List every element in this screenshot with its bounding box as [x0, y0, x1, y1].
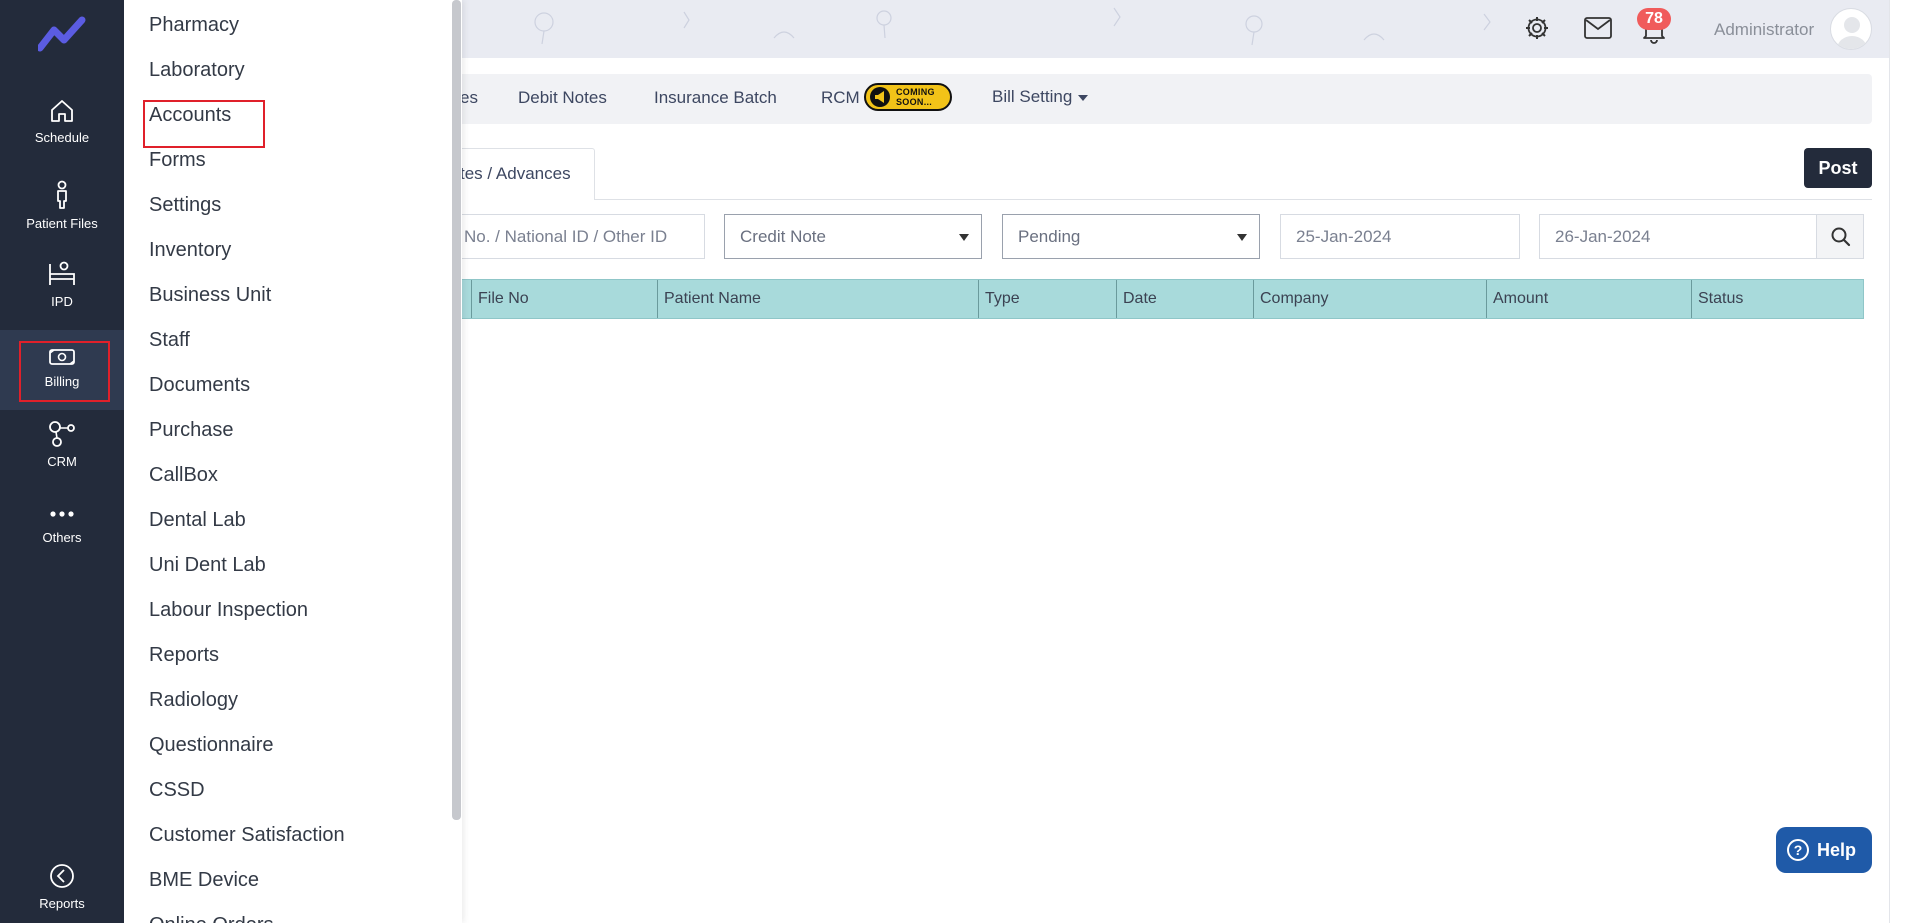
gauge-icon [50, 864, 74, 888]
menu-item-documents[interactable]: Documents [149, 374, 250, 397]
sidebar-item-patient-files[interactable]: Patient Files [0, 180, 124, 231]
bed-icon [49, 261, 75, 285]
coming-soon-line-1: COMING [896, 87, 935, 97]
help-button[interactable]: ? Help [1776, 827, 1872, 873]
network-icon [49, 421, 75, 447]
sidebar-item-label: Patient Files [26, 216, 98, 231]
megaphone-icon [870, 87, 890, 107]
menu-item-callbox[interactable]: CallBox [149, 464, 218, 487]
search-icon [1831, 227, 1851, 247]
menu-item-forms[interactable]: Forms [149, 149, 206, 172]
sidebar-item-label: IPD [51, 294, 73, 309]
menu-item-settings[interactable]: Settings [149, 194, 221, 217]
sidebar-item-reports[interactable]: Reports [0, 862, 124, 911]
bill-setting-label: Bill Setting [992, 87, 1073, 106]
coming-soon-line-2: SOON... [896, 97, 933, 107]
note-type-value: Credit Note [740, 227, 826, 246]
menu-item-bme-device[interactable]: BME Device [149, 869, 259, 892]
tab-notes-advances-label: tes / Advances [460, 164, 571, 183]
menu-item-questionnaire[interactable]: Questionnaire [149, 734, 274, 757]
tab-rcm[interactable]: RCM [821, 88, 860, 108]
coming-soon-badge: COMING SOON... [864, 83, 952, 111]
question-circle-icon: ? [1787, 839, 1809, 861]
menu-item-inventory[interactable]: Inventory [149, 239, 231, 262]
gear-icon[interactable] [1523, 14, 1551, 42]
user-name[interactable]: Administrator [1714, 20, 1814, 40]
column-header-amount[interactable]: Amount [1486, 280, 1691, 318]
sidebar-item-ipd[interactable]: IPD [0, 260, 124, 309]
column-header-type[interactable]: Type [978, 280, 1116, 318]
page-scrollbar[interactable] [1889, 0, 1919, 923]
column-header-status[interactable]: Status [1691, 280, 1863, 318]
bill-setting-dropdown[interactable]: Bill Setting [992, 87, 1089, 107]
menu-item-business-unit[interactable]: Business Unit [149, 284, 271, 307]
status-select[interactable]: Pending [1002, 214, 1260, 259]
avatar[interactable] [1830, 8, 1872, 50]
menu-item-online-orders[interactable]: Online Orders [149, 914, 274, 923]
sidebar-item-crm[interactable]: CRM [0, 420, 124, 469]
sidebar-item-schedule[interactable]: Schedule [0, 98, 124, 145]
sidebar-item-others[interactable]: Others [0, 504, 124, 545]
menu-item-purchase[interactable]: Purchase [149, 419, 234, 442]
column-header-patient-name[interactable]: Patient Name [657, 280, 978, 318]
menu-item-pharmacy[interactable]: Pharmacy [149, 14, 239, 37]
user-avatar-icon [1837, 17, 1867, 49]
patient-id-search-input[interactable]: No. / National ID / Other ID [448, 214, 705, 259]
table-header: File No Patient Name Type Date Company A… [440, 279, 1864, 319]
sidebar-item-label: Reports [39, 896, 85, 911]
menu-item-cssd[interactable]: CSSD [149, 779, 205, 802]
app-logo-icon[interactable] [38, 16, 86, 52]
person-icon [57, 180, 67, 209]
tab-partial-notes[interactable]: es [460, 88, 478, 108]
menu-item-customer-satisfaction[interactable]: Customer Satisfaction [149, 824, 345, 847]
post-button[interactable]: Post [1804, 148, 1872, 188]
menu-item-laboratory[interactable]: Laboratory [149, 59, 245, 82]
home-icon [51, 100, 73, 122]
caret-down-icon [1078, 94, 1089, 101]
tab-insurance-batch[interactable]: Insurance Batch [654, 88, 777, 108]
note-type-select[interactable]: Credit Note [724, 214, 982, 259]
date-to-input[interactable]: 26-Jan-2024 [1539, 214, 1817, 259]
tab-divider [595, 199, 1872, 200]
more-dots-icon [50, 511, 74, 517]
column-header-file-no[interactable]: File No [471, 280, 657, 318]
dropdown-arrow-icon [1237, 234, 1247, 241]
menu-item-accounts[interactable]: Accounts [149, 104, 231, 127]
menu-item-staff[interactable]: Staff [149, 329, 190, 352]
mail-icon[interactable] [1583, 16, 1613, 40]
others-dropdown-menu: Pharmacy Laboratory Accounts Forms Setti… [124, 0, 462, 923]
search-button[interactable] [1816, 214, 1864, 259]
sidebar-item-label: Schedule [34, 130, 90, 145]
date-from-input[interactable]: 25-Jan-2024 [1280, 214, 1520, 259]
menu-item-labour-inspection[interactable]: Labour Inspection [149, 599, 308, 622]
status-value: Pending [1018, 227, 1081, 246]
left-sidebar: Schedule Patient Files IPD Billing CRM O… [0, 0, 124, 923]
notification-count-badge: 78 [1637, 8, 1671, 30]
cash-icon [49, 349, 75, 365]
menu-item-dental-lab[interactable]: Dental Lab [149, 509, 246, 532]
help-label: Help [1817, 840, 1857, 860]
sidebar-item-billing[interactable]: Billing [0, 330, 124, 410]
column-header-date[interactable]: Date [1116, 280, 1253, 318]
menu-item-radiology[interactable]: Radiology [149, 689, 238, 712]
tab-debit-notes[interactable]: Debit Notes [518, 88, 607, 108]
column-header-company[interactable]: Company [1253, 280, 1486, 318]
sidebar-item-label: CRM [47, 454, 77, 469]
menu-item-reports[interactable]: Reports [149, 644, 219, 667]
dropdown-arrow-icon [959, 234, 969, 241]
menu-scrollbar-thumb[interactable] [452, 0, 461, 820]
menu-item-uni-dent-lab[interactable]: Uni Dent Lab [149, 554, 266, 577]
sidebar-item-label: Others [42, 530, 82, 545]
billing-subtabs-bar: es Debit Notes Insurance Batch RCM COMIN… [440, 74, 1872, 124]
sidebar-item-label: Billing [44, 374, 80, 389]
